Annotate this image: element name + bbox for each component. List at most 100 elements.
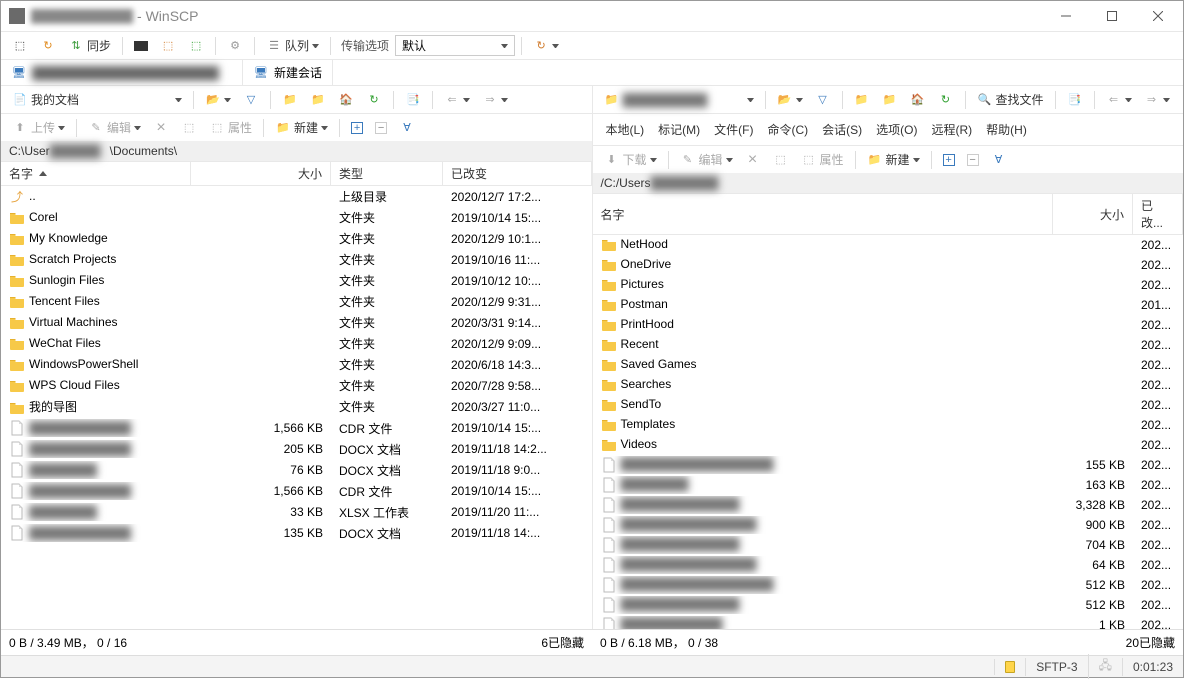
col-size[interactable]: 大小	[191, 162, 331, 185]
maximize-button[interactable]	[1089, 1, 1135, 31]
local-minus[interactable]: −	[370, 119, 392, 137]
table-row[interactable]: ⤴..上级目录2020/12/7 17:2...	[1, 186, 592, 207]
table-row[interactable]: ████████76 KBDOCX 文档2019/11/18 9:0...	[1, 460, 592, 481]
table-row[interactable]: Searches202...	[593, 375, 1184, 395]
local-drive-combo[interactable]: 📄 我的文档	[7, 88, 187, 111]
table-row[interactable]: PrintHood202...	[593, 315, 1184, 335]
menu-item[interactable]: 标记(M)	[651, 118, 707, 141]
menu-item[interactable]: 会话(S)	[815, 118, 869, 141]
remote-misc-button[interactable]: ⬚	[768, 149, 794, 171]
table-row[interactable]: Recent202...	[593, 335, 1184, 355]
table-row[interactable]: Videos202...	[593, 435, 1184, 455]
table-row[interactable]: NetHood202...	[593, 235, 1184, 255]
remote-file-list[interactable]: NetHood202...OneDrive202...Pictures202..…	[593, 235, 1184, 629]
toolbar-btn-4[interactable]	[129, 38, 153, 54]
table-row[interactable]: Postman201...	[593, 295, 1184, 315]
table-row[interactable]: Sunlogin Files文件夹2019/10/12 10:...	[1, 270, 592, 291]
toolbar-btn-1[interactable]: ⬚	[7, 35, 33, 57]
local-open-folder[interactable]: 📂	[200, 89, 236, 111]
table-row[interactable]: Saved Games202...	[593, 355, 1184, 375]
col-name[interactable]: 名字	[1, 162, 191, 185]
table-row[interactable]: Scratch Projects文件夹2019/10/16 11:...	[1, 249, 592, 270]
remote-edit-button[interactable]: ✎编辑	[675, 148, 738, 171]
remote-back[interactable]: 📁	[849, 89, 875, 111]
menu-item[interactable]: 远程(R)	[925, 118, 980, 141]
local-delete-button[interactable]: ×	[148, 117, 174, 139]
table-row[interactable]: ████████████205 KBDOCX 文档2019/11/18 14:2…	[1, 439, 592, 460]
local-new-button[interactable]: 📁新建	[270, 116, 333, 139]
remote-plus[interactable]: +	[938, 151, 960, 169]
close-button[interactable]	[1135, 1, 1181, 31]
session-tab-active[interactable]: 🖥 ██████████████████████	[1, 60, 243, 85]
menu-item[interactable]: 帮助(H)	[979, 118, 1034, 141]
local-select[interactable]: ∀	[394, 117, 420, 139]
local-path[interactable]: C:\User ██████ \Documents\	[1, 141, 592, 161]
remote-new-button[interactable]: 📁新建	[862, 148, 925, 171]
table-row[interactable]: ████████████135 KBDOCX 文档2019/11/18 14:.…	[1, 523, 592, 544]
queue-button[interactable]: ☰队列	[261, 34, 324, 57]
rcol-size[interactable]: 大小	[1053, 194, 1133, 234]
remote-path[interactable]: /C:/Users ████████	[593, 173, 1184, 193]
remote-home[interactable]: 🏠	[905, 89, 931, 111]
table-row[interactable]: Tencent Files文件夹2020/12/9 9:31...	[1, 291, 592, 312]
table-row[interactable]: Templates202...	[593, 415, 1184, 435]
remote-nav-fwd[interactable]: ⇒	[1139, 89, 1175, 111]
table-row[interactable]: WindowsPowerShell文件夹2020/6/18 14:3...	[1, 354, 592, 375]
rcol-changed[interactable]: 已改...	[1133, 194, 1183, 234]
table-row[interactable]: ██████████████3,328 KB202...	[593, 495, 1184, 515]
table-row[interactable]: SendTo202...	[593, 395, 1184, 415]
table-row[interactable]: Pictures202...	[593, 275, 1184, 295]
transfer-mode-combo[interactable]: 默认	[395, 35, 515, 56]
menu-item[interactable]: 文件(F)	[707, 118, 760, 141]
table-row[interactable]: ██████████████512 KB202...	[593, 595, 1184, 615]
local-home[interactable]: 🏠	[333, 89, 359, 111]
local-misc-button[interactable]: ⬚	[176, 117, 202, 139]
remote-nav-back[interactable]: ⇐	[1101, 89, 1137, 111]
remote-fwd[interactable]: 📁	[877, 89, 903, 111]
rcol-name[interactable]: 名字	[593, 194, 1054, 234]
find-files-button[interactable]: 🔍查找文件	[972, 88, 1049, 111]
local-file-list[interactable]: ⤴..上级目录2020/12/7 17:2...Corel文件夹2019/10/…	[1, 186, 592, 629]
remote-refresh[interactable]: ↻	[933, 89, 959, 111]
col-changed[interactable]: 已改变	[443, 162, 592, 185]
local-bookmark[interactable]: 📑	[400, 89, 426, 111]
remote-minus[interactable]: −	[962, 151, 984, 169]
table-row[interactable]: ████████████1,566 KBCDR 文件2019/10/14 15:…	[1, 418, 592, 439]
local-nav-back[interactable]: ⇐	[439, 89, 475, 111]
table-row[interactable]: 我的导图文件夹2020/3/27 11:0...	[1, 396, 592, 418]
table-row[interactable]: ████████33 KBXLSX 工作表2019/11/20 11:...	[1, 502, 592, 523]
remote-select[interactable]: ∀	[986, 149, 1012, 171]
table-row[interactable]: ██████████████████155 KB202...	[593, 455, 1184, 475]
remote-open-folder[interactable]: 📂	[772, 89, 808, 111]
remote-drive-combo[interactable]: 📁 ██████████	[599, 89, 759, 111]
new-session-button[interactable]: 🖥 新建会话	[243, 60, 333, 85]
table-row[interactable]: ████████████1 KB202...	[593, 615, 1184, 629]
table-row[interactable]: WeChat Files文件夹2020/12/9 9:09...	[1, 333, 592, 354]
table-row[interactable]: Virtual Machines文件夹2020/3/31 9:14...	[1, 312, 592, 333]
remote-bookmark[interactable]: 📑	[1062, 89, 1088, 111]
table-row[interactable]: Corel文件夹2019/10/14 15:...	[1, 207, 592, 228]
table-row[interactable]: ████████████1,566 KBCDR 文件2019/10/14 15:…	[1, 481, 592, 502]
table-row[interactable]: My Knowledge文件夹2020/12/9 10:1...	[1, 228, 592, 249]
toolbar-btn-5[interactable]: ⬚	[155, 35, 181, 57]
local-filter[interactable]: ▽	[238, 89, 264, 111]
table-row[interactable]: ████████████████64 KB202...	[593, 555, 1184, 575]
table-row[interactable]: ██████████████████512 KB202...	[593, 575, 1184, 595]
table-row[interactable]: OneDrive202...	[593, 255, 1184, 275]
toolbar-btn-2[interactable]: ↻	[35, 35, 61, 57]
upload-button[interactable]: ⬆上传	[7, 116, 70, 139]
remote-props-button[interactable]: ⬚属性	[796, 148, 849, 171]
toolbar-btn-6[interactable]: ⬚	[183, 35, 209, 57]
download-button[interactable]: ⬇下载	[599, 148, 662, 171]
toolbar-btn-refresh[interactable]: ↻	[528, 35, 564, 57]
menu-item[interactable]: 选项(O)	[869, 118, 924, 141]
remote-filter[interactable]: ▽	[810, 89, 836, 111]
local-plus[interactable]: +	[346, 119, 368, 137]
remote-delete-button[interactable]: ×	[740, 149, 766, 171]
local-edit-button[interactable]: ✎编辑	[83, 116, 146, 139]
table-row[interactable]: ██████████████704 KB202...	[593, 535, 1184, 555]
table-row[interactable]: ████████163 KB202...	[593, 475, 1184, 495]
minimize-button[interactable]	[1043, 1, 1089, 31]
table-row[interactable]: WPS Cloud Files文件夹2020/7/28 9:58...	[1, 375, 592, 396]
local-nav-fwd[interactable]: ⇒	[477, 89, 513, 111]
